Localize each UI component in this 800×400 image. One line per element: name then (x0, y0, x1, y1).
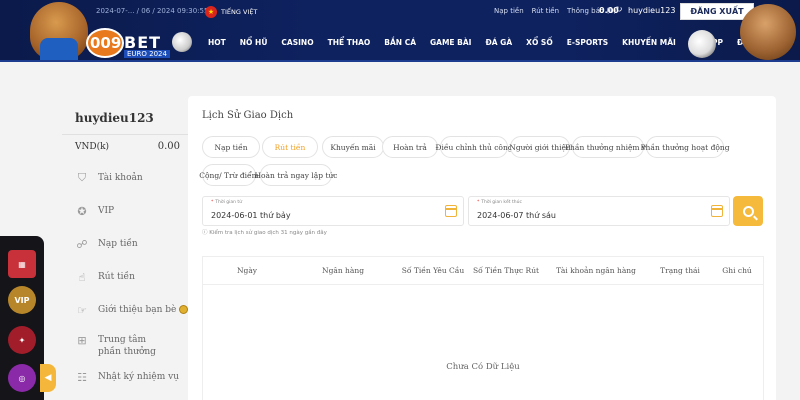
header-username[interactable]: huydieu123 (628, 6, 675, 15)
account-amount: 0.00 (157, 141, 180, 152)
shield-icon: ⛉ (77, 171, 87, 184)
reward-icon[interactable]: ✦ (8, 326, 36, 354)
withdraw-icon: ☝ (78, 270, 86, 284)
nav-item-khuyen-mai[interactable]: KHUYẾN MÃI (622, 38, 676, 47)
nav-item-da-ga[interactable]: ĐÁ GÀ (485, 38, 512, 47)
nav-item-game-bai[interactable]: GAME BÀI (430, 38, 471, 47)
nav-item-e-sports[interactable]: E-SPORTS (567, 38, 608, 47)
tab-rut-tien[interactable]: Rút tiền (262, 136, 318, 158)
header-top-links: Nạp tiền Rút tiền Thông báo (0) (494, 7, 616, 15)
bear-mascot-right-image (740, 4, 796, 60)
sidebar-item-nap-tien[interactable]: ☍ Nạp tiền (74, 236, 137, 252)
column-header: Ghi chú (722, 266, 752, 275)
transaction-table: Ngày Ngân hàng Số Tiền Yêu Cầu Số Tiền T… (202, 256, 764, 400)
nav-item-the-thao[interactable]: THỂ THAO (328, 38, 371, 47)
nav-item-ban-ca[interactable]: BẮN CÁ (384, 38, 416, 47)
vietnam-flag-icon[interactable]: ★ (205, 6, 217, 18)
start-date-field[interactable]: * Thời gian từ 2024-06-01 thứ bảy (202, 196, 464, 226)
gift-icon: ⊞ (77, 333, 87, 347)
refresh-icon[interactable]: ↻ (615, 5, 623, 15)
nav-item-xo-so[interactable]: XỔ SỐ (526, 38, 553, 47)
widget-collapse-toggle[interactable]: ◀ (40, 364, 56, 392)
account-sidebar: huydieu123 VND(k) 0.00 ⛉ Tài khoản ✪ VIP… (62, 96, 190, 400)
start-date-value: 2024-06-01 thứ bảy (211, 211, 291, 220)
nav-item-casino[interactable]: CASINO (281, 38, 313, 47)
empty-state-text: Chưa Có Dữ Liệu (446, 362, 520, 372)
tab-nap-tien[interactable]: Nạp tiền (202, 136, 260, 158)
column-header: Trạng thái (660, 266, 700, 275)
wheel-icon[interactable]: ◎ (8, 364, 36, 392)
currency-label: VND(k) (75, 142, 110, 152)
tab-khuyen-mai[interactable]: Khuyến mãi (322, 136, 384, 158)
tab-phan-thuong-hoat-dong[interactable]: Phần thưởng hoạt động (640, 136, 730, 158)
sidebar-item-rut-tien[interactable]: ☝ Rút tiền (74, 269, 135, 285)
football-decoration-icon (688, 30, 716, 58)
end-date-field[interactable]: * Thời gian kết thúc 2024-06-07 thứ sáu (468, 196, 730, 226)
nav-item-hot[interactable]: HOT (208, 38, 226, 47)
end-date-value: 2024-06-07 thứ sáu (477, 211, 556, 220)
star-icon: ✪ (77, 204, 87, 218)
calendar-icon[interactable]: ▦ (8, 250, 36, 278)
tab-hoan-tra[interactable]: Hoàn trả (382, 136, 438, 158)
main-nav: HOT NỔ HŨ CASINO THỂ THAO BẮN CÁ GAME BÀ… (0, 26, 800, 62)
sidebar-item-gioi-thieu[interactable]: ☞ Giới thiệu bạn bè (74, 302, 189, 318)
column-header: Ngày (236, 266, 258, 275)
site-header: 2024-07-... / 06 / 2024 09:30:55 ★ TIẾNG… (0, 0, 800, 62)
tab-phan-thuong-nhiem-vu[interactable]: Phần thưởng nhiệm vụ (565, 136, 651, 158)
divider (62, 134, 190, 135)
column-header: Số Tiền Yêu Cầu (401, 266, 465, 275)
top-link-deposit[interactable]: Nạp tiền (494, 7, 524, 15)
vip-icon[interactable]: VIP (8, 286, 36, 314)
sidebar-item-tai-khoan[interactable]: ⛉ Tài khoản (74, 170, 143, 186)
account-username: huydieu123 (75, 111, 154, 125)
calendar-icon[interactable] (445, 205, 457, 217)
floating-promo-widget: ▦ VIP ✦ ◎ (0, 236, 44, 400)
header-datetime: 2024-07-... / 06 / 2024 09:30:55 (96, 7, 209, 15)
notebook-icon: ☷ (77, 370, 87, 384)
column-header: Tài khoản ngân hàng (556, 266, 636, 275)
tab-dieu-chinh-thu-cong[interactable]: Điều chỉnh thủ công (435, 136, 513, 158)
deposit-icon: ☍ (76, 237, 88, 251)
tab-cong-tru-diem[interactable]: Cộng/ Trừ điểm (199, 164, 259, 186)
table-header: Ngày Ngân hàng Số Tiền Yêu Cầu Số Tiền T… (203, 257, 763, 285)
top-link-withdraw[interactable]: Rút tiền (532, 7, 559, 15)
tab-hoan-tra-ngay-lap-tuc[interactable]: Hoàn trả ngay lập tức (254, 164, 338, 186)
column-header: Ngân hàng (322, 266, 364, 275)
sidebar-item-vip[interactable]: ✪ VIP (74, 203, 114, 219)
referral-icon: ☞ (77, 303, 87, 317)
history-note: ⓘ Kiểm tra lịch sử giao dịch 31 ngày gần… (202, 230, 327, 236)
search-button[interactable] (733, 196, 763, 226)
transaction-history-panel: Lịch Sử Giao Dịch Nạp tiền Rút tiền Khuy… (188, 96, 776, 400)
nav-item-no-hu[interactable]: NỔ HŨ (240, 38, 268, 47)
search-icon (742, 205, 754, 217)
sidebar-item-trung-tam-phan-thuong[interactable]: ⊞ Trung tâm phần thưởng (74, 332, 168, 358)
calendar-icon[interactable] (711, 205, 723, 217)
tab-nguoi-gioi-thieu[interactable]: Người giới thiệu (509, 136, 571, 158)
language-selector[interactable]: TIẾNG VIỆT (221, 8, 257, 16)
sidebar-item-nhat-ky-nhiem-vu[interactable]: ☷ Nhật ký nhiệm vụ (74, 369, 179, 385)
page-title: Lịch Sử Giao Dịch (202, 110, 294, 121)
column-header: Số Tiền Thực Rút (472, 266, 540, 275)
header-topbar: 2024-07-... / 06 / 2024 09:30:55 ★ TIẾNG… (0, 0, 800, 26)
